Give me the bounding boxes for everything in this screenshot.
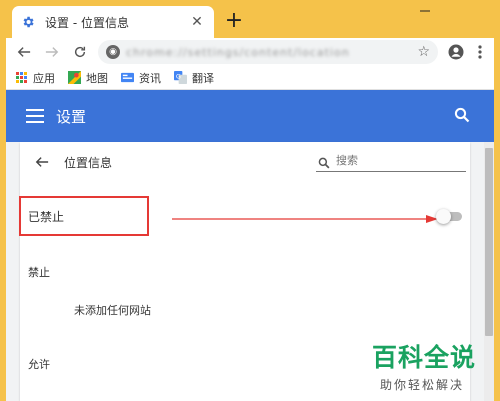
forward-arrow-icon[interactable]: [40, 40, 64, 64]
bookmark-label: 地图: [86, 71, 108, 85]
bookmark-label: 翻译: [192, 71, 214, 85]
search-input[interactable]: [336, 154, 456, 167]
toggle-knob: [436, 209, 451, 224]
bookmark-translate[interactable]: G 翻译: [173, 70, 214, 86]
block-section-heading: 禁止: [28, 266, 50, 279]
tab-title: 设置 - 位置信息: [45, 15, 129, 30]
watermark-main-text: 百科全说: [372, 343, 477, 372]
watermark-sub-text: 助你轻松解决: [380, 378, 465, 392]
blocked-label: 已禁止: [28, 210, 65, 224]
tab-strip: 设置 - 位置信息 ✕ +: [6, 0, 494, 38]
block-empty-text: 未添加任何网站: [74, 304, 151, 317]
bookmark-news[interactable]: 资讯: [120, 70, 161, 86]
bookmarks-bar: 应用 地图 资讯 G 翻译: [6, 66, 494, 90]
back-arrow-icon[interactable]: [32, 152, 52, 172]
bookmark-maps[interactable]: 地图: [67, 70, 108, 86]
watermark-logo: 百科全说 助你轻松解决: [372, 338, 490, 394]
bookmark-label: 资讯: [139, 71, 161, 85]
page-title: 位置信息: [64, 156, 113, 170]
browser-window: 设置 - 位置信息 ✕ + ◉ chrome://settings/conten…: [0, 0, 500, 401]
search-icon: [318, 154, 332, 168]
apps-grid-icon: [14, 71, 28, 85]
browser-toolbar: ◉ chrome://settings/content/location ☆: [6, 38, 494, 66]
maps-icon: [67, 71, 81, 85]
scrollbar-thumb[interactable]: [485, 148, 493, 336]
blocked-setting-row[interactable]: 已禁止: [19, 196, 470, 236]
bookmark-label: 应用: [33, 71, 55, 85]
reload-icon[interactable]: [68, 40, 92, 64]
settings-title: 设置: [56, 107, 87, 126]
close-tab-icon[interactable]: ✕: [188, 13, 206, 31]
back-arrow-icon[interactable]: [12, 40, 36, 64]
location-toggle[interactable]: [436, 209, 464, 224]
annotation-arrow: [172, 215, 438, 223]
translate-icon: G: [173, 71, 187, 85]
allow-section-heading: 允许: [28, 358, 50, 371]
menu-hamburger-icon[interactable]: [26, 109, 44, 123]
new-tab-button[interactable]: +: [222, 8, 246, 33]
tab-settings-location[interactable]: 设置 - 位置信息 ✕: [12, 6, 214, 38]
address-text: chrome://settings/content/location: [126, 45, 350, 59]
chrome-page-icon: ◉: [106, 45, 120, 59]
settings-header: 设置: [6, 90, 494, 142]
news-icon: [120, 71, 134, 85]
settings-gear-icon: [20, 14, 36, 30]
bookmark-star-icon[interactable]: ☆: [417, 44, 430, 60]
address-bar[interactable]: ◉ chrome://settings/content/location ☆: [98, 40, 438, 64]
svg-text:G: G: [175, 72, 180, 80]
search-icon[interactable]: [454, 107, 472, 125]
profile-avatar-icon[interactable]: [444, 40, 468, 64]
subpage-header: 位置信息: [20, 142, 470, 182]
more-menu-icon[interactable]: [468, 40, 492, 64]
bookmark-apps[interactable]: 应用: [14, 70, 55, 86]
search-field[interactable]: [316, 150, 466, 172]
